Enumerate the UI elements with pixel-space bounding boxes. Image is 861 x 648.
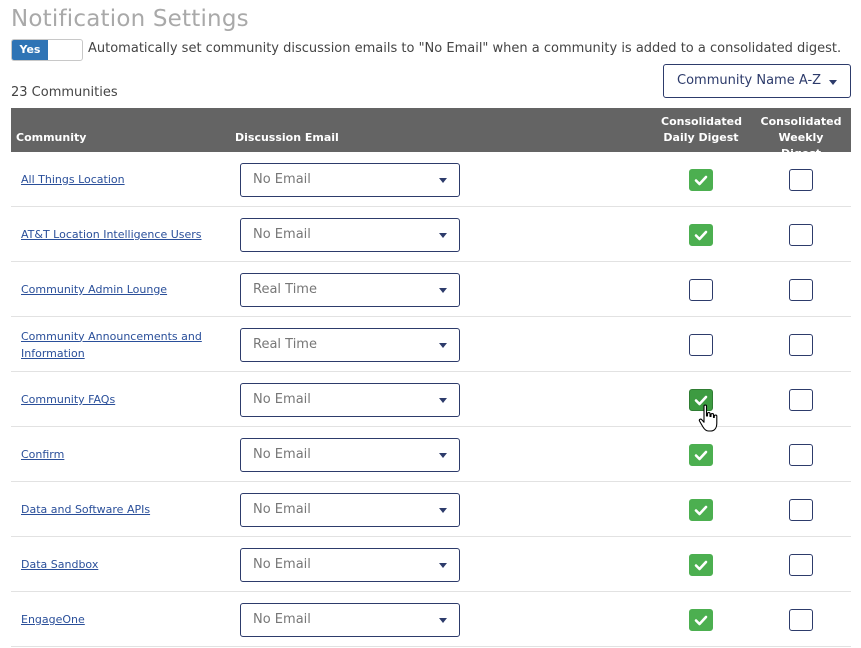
check-icon	[694, 560, 708, 571]
table-row: All Things Location No Email	[11, 152, 851, 207]
check-icon	[694, 230, 708, 241]
check-icon	[694, 450, 708, 461]
discussion-email-value: No Email	[253, 557, 311, 572]
daily-digest-checkbox[interactable]	[689, 279, 713, 301]
chevron-down-icon	[439, 343, 447, 348]
weekly-digest-checkbox[interactable]	[789, 169, 813, 191]
weekly-digest-checkbox[interactable]	[789, 444, 813, 466]
chevron-down-icon	[829, 80, 837, 85]
header-community: Community	[16, 131, 87, 144]
table-row: Community Announcements and Information R…	[11, 317, 851, 372]
discussion-email-select[interactable]: Real Time	[240, 328, 460, 362]
discussion-email-select[interactable]: No Email	[240, 163, 460, 197]
discussion-email-value: No Email	[253, 227, 311, 242]
chevron-down-icon	[439, 453, 447, 458]
community-table-body: All Things Location No Email AT&T Location…	[11, 152, 851, 647]
discussion-email-value: No Email	[253, 172, 311, 187]
table-row: EngageOne No Email	[11, 592, 851, 647]
table-header: Community Discussion Email Consolidated …	[11, 108, 851, 160]
discussion-email-value: No Email	[253, 447, 311, 462]
check-icon	[694, 175, 708, 186]
discussion-email-select[interactable]: No Email	[240, 493, 460, 527]
community-link[interactable]: Community FAQs	[21, 372, 216, 427]
weekly-digest-checkbox[interactable]	[789, 279, 813, 301]
toggle-yes-label: Yes	[12, 40, 48, 60]
sort-value: Community Name A-Z	[677, 73, 822, 88]
weekly-digest-checkbox[interactable]	[789, 609, 813, 631]
weekly-digest-checkbox[interactable]	[789, 499, 813, 521]
sort-dropdown[interactable]: Community Name A-Z	[663, 64, 851, 98]
table-row: Community FAQs No Email	[11, 372, 851, 427]
discussion-email-value: No Email	[253, 612, 311, 627]
chevron-down-icon	[439, 508, 447, 513]
discussion-email-select[interactable]: No Email	[240, 218, 460, 252]
weekly-digest-checkbox[interactable]	[789, 554, 813, 576]
discussion-email-select[interactable]: No Email	[240, 603, 460, 637]
weekly-digest-checkbox[interactable]	[789, 224, 813, 246]
daily-digest-checkbox[interactable]	[689, 444, 713, 466]
table-row: AT&T Location Intelligence Users No Email	[11, 207, 851, 262]
toggle-description: Automatically set community discussion e…	[88, 41, 842, 56]
community-link[interactable]: Confirm	[21, 427, 216, 482]
check-icon	[694, 615, 708, 626]
header-daily-line2: Daily Digest	[663, 131, 739, 144]
community-link[interactable]: EngageOne	[21, 592, 216, 647]
discussion-email-select[interactable]: No Email	[240, 438, 460, 472]
daily-digest-checkbox[interactable]	[689, 554, 713, 576]
check-icon	[694, 505, 708, 516]
daily-digest-checkbox[interactable]	[689, 224, 713, 246]
discussion-email-value: Real Time	[253, 282, 317, 297]
community-link[interactable]: Community Admin Lounge	[21, 262, 216, 317]
header-weekly-line1: Consolidated	[760, 115, 842, 128]
header-daily-line1: Consolidated	[661, 115, 742, 128]
discussion-email-value: Real Time	[253, 337, 317, 352]
table-row: Data and Software APIs No Email	[11, 482, 851, 537]
table-row: Data Sandbox No Email	[11, 537, 851, 592]
weekly-digest-checkbox[interactable]	[789, 389, 813, 411]
community-link[interactable]: All Things Location	[21, 152, 216, 207]
discussion-email-select[interactable]: Real Time	[240, 273, 460, 307]
page-title: Notification Settings	[11, 6, 249, 32]
discussion-email-value: No Email	[253, 502, 311, 517]
auto-no-email-toggle[interactable]: Yes	[11, 39, 83, 61]
community-link[interactable]: AT&T Location Intelligence Users	[21, 207, 216, 262]
discussion-email-value: No Email	[253, 392, 311, 407]
daily-digest-checkbox[interactable]	[689, 169, 713, 191]
discussion-email-select[interactable]: No Email	[240, 548, 460, 582]
table-row: Community Admin Lounge Real Time	[11, 262, 851, 317]
header-discussion-email: Discussion Email	[235, 131, 339, 144]
chevron-down-icon	[439, 398, 447, 403]
daily-digest-checkbox[interactable]	[689, 499, 713, 521]
chevron-down-icon	[439, 233, 447, 238]
weekly-digest-checkbox[interactable]	[789, 334, 813, 356]
header-daily-digest: Consolidated Daily Digest	[661, 114, 742, 146]
chevron-down-icon	[439, 563, 447, 568]
table-row: Confirm No Email	[11, 427, 851, 482]
community-link[interactable]: Data Sandbox	[21, 537, 216, 592]
community-count: 23 Communities	[11, 85, 118, 100]
daily-digest-checkbox[interactable]	[689, 334, 713, 356]
hand-pointer-icon	[698, 404, 718, 432]
discussion-email-select[interactable]: No Email	[240, 383, 460, 417]
community-link[interactable]: Data and Software APIs	[21, 482, 216, 537]
daily-digest-checkbox[interactable]	[689, 609, 713, 631]
chevron-down-icon	[439, 288, 447, 293]
community-link[interactable]: Community Announcements and Information	[21, 317, 216, 372]
chevron-down-icon	[439, 618, 447, 623]
chevron-down-icon	[439, 178, 447, 183]
